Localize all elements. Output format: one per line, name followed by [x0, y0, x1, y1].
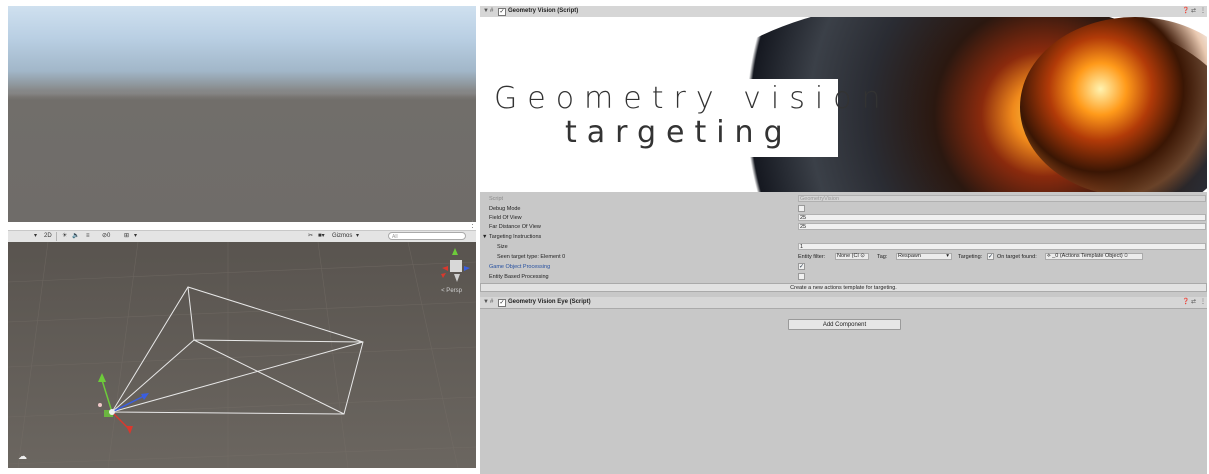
entity-filter-value: None (Cl: [837, 253, 859, 259]
debug-mode-checkbox[interactable]: [798, 205, 805, 212]
effects-toggle-icon[interactable]: ≡: [86, 231, 90, 242]
gizmos-button[interactable]: Gizmos: [332, 231, 352, 242]
component-enabled-checkbox[interactable]: ✓: [498, 8, 506, 16]
toolbar-dropdown-icon[interactable]: ▾: [34, 231, 37, 242]
entity-based-processing-label: Entity Based Processing: [489, 274, 549, 280]
inspector-panel: ▼ # ✓ Geometry Vision (Script) ❓ ⇄ ⋮ Geo…: [480, 6, 1207, 474]
foldout-arrow-icon[interactable]: ▼: [483, 297, 489, 308]
entity-based-processing-checkbox[interactable]: [798, 273, 805, 280]
game-view[interactable]: [8, 6, 476, 222]
size-input[interactable]: 1: [798, 243, 1206, 250]
tag-dropdown[interactable]: Respawn ▾: [896, 253, 952, 260]
far-distance-input[interactable]: 25: [798, 223, 1206, 230]
seen-target-row: Seen target type: Element 0 Entity filte…: [480, 252, 1207, 262]
toggle-2d-button[interactable]: 2D: [44, 231, 52, 242]
banner-title-line2: targeting: [565, 115, 793, 150]
scene-search-input[interactable]: All: [388, 232, 466, 240]
add-component-button[interactable]: Add Component: [788, 319, 901, 330]
object-picker-icon[interactable]: ⊙: [1124, 253, 1128, 259]
targeting-instructions-row[interactable]: ▼ Targeting Instructions: [480, 232, 1207, 242]
banner-title-line1: Geometry vision: [494, 81, 891, 116]
gizmos-dropdown-icon[interactable]: ▾: [356, 231, 359, 242]
geometry-vision-eye-header[interactable]: ▼ # ✓ Geometry Vision Eye (Script) ❓ ⇄ ⋮: [480, 297, 1207, 309]
tag-value: Respawn: [898, 253, 921, 259]
chevron-down-icon: ▾: [946, 253, 949, 259]
preset-icon[interactable]: ⇄: [1191, 6, 1196, 17]
projection-label[interactable]: < Persp: [441, 288, 462, 294]
on-target-found-field[interactable]: ⟡ _0 (Actions Template Object) ⊙: [1045, 253, 1143, 260]
create-actions-template-button[interactable]: Create a new actions template for target…: [480, 283, 1207, 292]
script-icon: #: [490, 299, 494, 305]
script-field: GeometryVision: [798, 195, 1206, 202]
context-menu-icon[interactable]: ⋮: [1200, 297, 1206, 308]
game-object-processing-checkbox[interactable]: ✓: [798, 263, 805, 270]
grid-toggle-icon[interactable]: ⊞: [124, 231, 129, 242]
field-of-view-input[interactable]: 25: [798, 214, 1206, 221]
script-row: Script GeometryVision: [480, 194, 1207, 204]
help-icon[interactable]: ❓: [1182, 6, 1189, 17]
targeting-instructions-label: Targeting Instructions: [489, 234, 542, 240]
horizon: [8, 86, 476, 100]
targeting-label: Targeting:: [958, 254, 983, 260]
tools-icon[interactable]: ✂: [308, 231, 313, 242]
scene-viewport: [8, 242, 476, 468]
game-object-processing-row: Game Object Processing ✓: [480, 262, 1207, 272]
template-object-icon: ⟡: [1047, 253, 1051, 259]
script-value: GeometryVision: [800, 196, 840, 202]
script-label: Script: [489, 196, 504, 202]
lighting-toggle-icon[interactable]: ☀: [62, 231, 67, 242]
hidden-objects-toggle[interactable]: ⊘0: [102, 231, 110, 242]
far-distance-label: Far Distance Of View: [489, 224, 541, 230]
component-enabled-checkbox[interactable]: ✓: [498, 299, 506, 307]
component-title: Geometry Vision (Script): [508, 8, 579, 14]
entity-filter-label: Entity filter:: [798, 254, 826, 260]
component-title: Geometry Vision Eye (Script): [508, 299, 591, 305]
size-row: Size 1: [480, 242, 1207, 252]
tag-label: Tag:: [877, 254, 888, 260]
cloud-icon: ☁: [18, 451, 27, 461]
foldout-arrow-icon[interactable]: ▼: [482, 232, 487, 242]
foldout-arrow-icon[interactable]: ▼: [483, 6, 489, 17]
game-object-processing-label: Game Object Processing: [489, 264, 551, 270]
script-icon: #: [490, 8, 494, 14]
entity-filter-field[interactable]: None (Cl ⊙: [835, 253, 869, 260]
entity-based-processing-row: Entity Based Processing: [480, 272, 1207, 282]
far-distance-row: Far Distance Of View 25: [480, 222, 1207, 232]
on-target-found-label: On target found:: [997, 254, 1037, 260]
on-target-found-value: _0 (Actions Template Object): [1052, 253, 1123, 259]
preset-icon[interactable]: ⇄: [1191, 297, 1196, 308]
targeting-checkbox[interactable]: ✓: [987, 253, 994, 260]
grid-dropdown-icon[interactable]: ▾: [134, 231, 137, 242]
size-label: Size: [497, 244, 508, 250]
audio-toggle-icon[interactable]: 🔈: [72, 231, 79, 242]
help-icon[interactable]: ❓: [1182, 297, 1189, 308]
context-menu-icon[interactable]: ⋮: [1200, 6, 1206, 17]
object-picker-icon[interactable]: ⊙: [860, 253, 865, 259]
camera-icon[interactable]: ■▾: [318, 231, 325, 242]
seen-target-label: Seen target type: Element 0: [497, 254, 566, 260]
scene-view[interactable]: < Persp ☁: [8, 242, 476, 468]
geometry-vision-banner: Geometry vision targeting: [480, 17, 1207, 192]
